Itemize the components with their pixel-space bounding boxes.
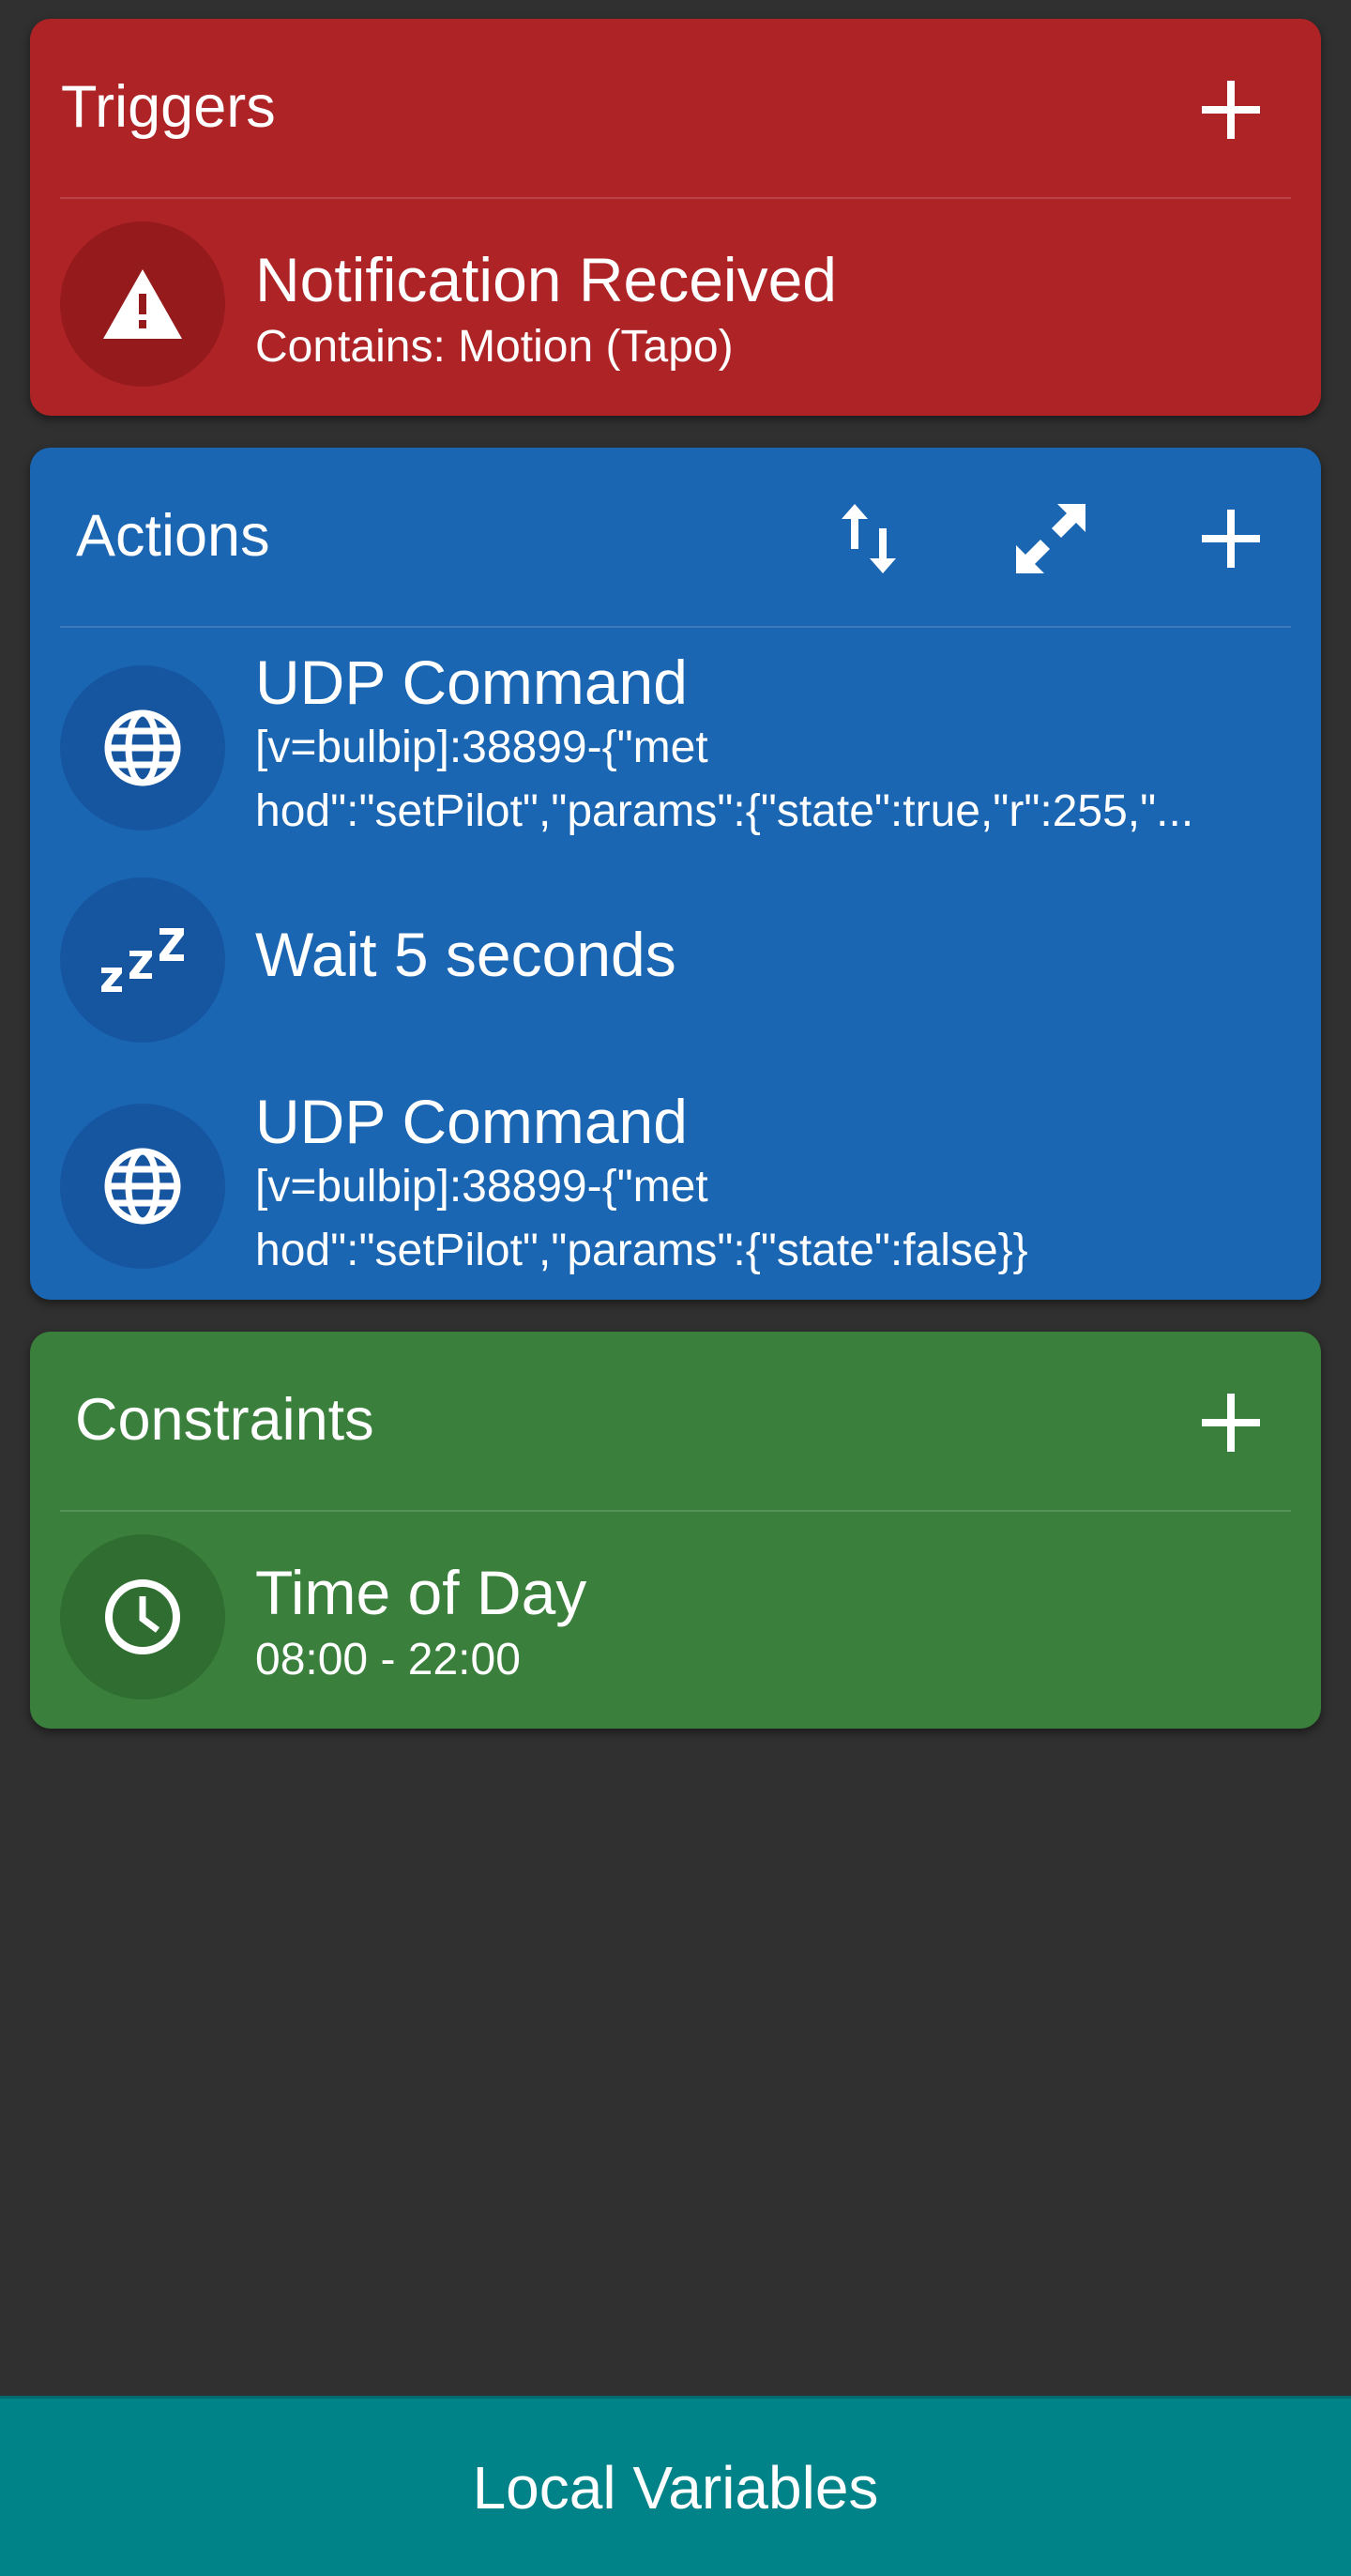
action-item-wait[interactable]: Wait 5 seconds	[30, 855, 1321, 1065]
add-trigger-button[interactable]	[1184, 63, 1278, 157]
constraint-title: Time of Day	[255, 1558, 587, 1627]
action-detail-line2: hod":"setPilot","params":{"state":true,"…	[255, 786, 1194, 836]
trigger-icon-circle	[60, 221, 225, 387]
globe-icon	[104, 709, 181, 786]
globe-icon	[104, 1148, 181, 1225]
trigger-text: Notification Received Contains: Motion (…	[255, 246, 1265, 379]
reorder-actions-button[interactable]	[824, 492, 918, 586]
action-title: UDP Command	[255, 648, 688, 717]
action-text: Wait 5 seconds	[255, 921, 1265, 988]
plus-icon	[1202, 510, 1260, 568]
triggers-title: Triggers	[61, 74, 276, 140]
add-action-button[interactable]	[1184, 492, 1278, 586]
action-icon-circle	[60, 877, 225, 1043]
action-icon-circle	[60, 665, 225, 831]
constraint-item-time-of-day[interactable]: Time of Day 08:00 - 22:00	[30, 1512, 1321, 1729]
action-item-udp-command-2[interactable]: UDP Command [v=bulbip]:38899-{"met hod":…	[30, 1065, 1321, 1300]
action-title: UDP Command	[255, 1087, 688, 1156]
plus-icon	[1202, 1394, 1260, 1452]
constraints-card: Constraints Time of Day 08:00 - 22:00	[30, 1332, 1321, 1729]
expand-actions-button[interactable]	[1004, 492, 1098, 586]
actions-title: Actions	[76, 503, 270, 569]
constraints-header: Constraints	[30, 1332, 1321, 1510]
action-item-udp-command-1[interactable]: UDP Command [v=bulbip]:38899-{"met hod":…	[30, 628, 1321, 855]
action-detail-line2: hod":"setPilot","params":{"state":false}…	[255, 1226, 1028, 1275]
action-text: UDP Command [v=bulbip]:38899-{"met hod":…	[255, 648, 1265, 844]
local-variables-button[interactable]: Local Variables	[0, 2396, 1351, 2576]
expand-icon	[1016, 504, 1085, 573]
constraints-title: Constraints	[75, 1387, 374, 1453]
trigger-detail: Contains: Motion (Tapo)	[255, 322, 734, 372]
action-detail-line1: [v=bulbip]:38899-{"met	[255, 723, 708, 772]
constraint-text: Time of Day 08:00 - 22:00	[255, 1559, 1265, 1692]
plus-icon	[1202, 81, 1260, 139]
add-constraint-button[interactable]	[1184, 1376, 1278, 1470]
action-text: UDP Command [v=bulbip]:38899-{"met hod":…	[255, 1088, 1265, 1283]
actions-header: Actions	[30, 448, 1321, 626]
action-detail-line1: [v=bulbip]:38899-{"met	[255, 1162, 708, 1212]
sleep-icon	[101, 928, 184, 992]
clock-icon	[105, 1579, 180, 1654]
triggers-header: Triggers	[30, 19, 1321, 197]
swap-vertical-icon	[842, 504, 896, 573]
actions-card: Actions UDP Command [v=bulbip]:38899-{"m…	[30, 448, 1321, 1300]
constraint-icon-circle	[60, 1534, 225, 1700]
triggers-card: Triggers Notification Received Contains:…	[30, 19, 1321, 416]
constraint-detail: 08:00 - 22:00	[255, 1635, 521, 1684]
local-variables-label: Local Variables	[472, 2453, 879, 2522]
warning-icon	[103, 269, 182, 339]
action-title: Wait 5 seconds	[255, 920, 676, 989]
trigger-item-notification[interactable]: Notification Received Contains: Motion (…	[30, 199, 1321, 416]
trigger-title: Notification Received	[255, 245, 837, 314]
action-icon-circle	[60, 1104, 225, 1269]
